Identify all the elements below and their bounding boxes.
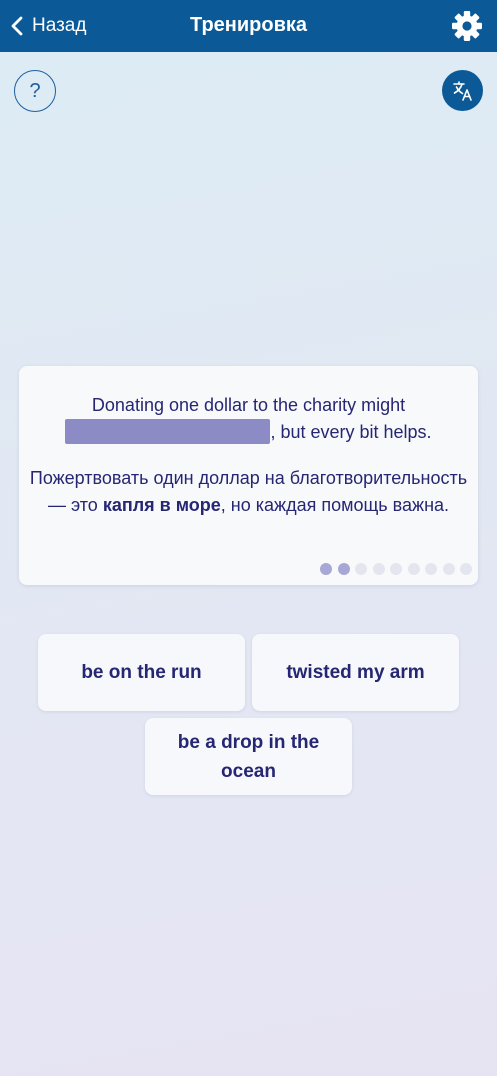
progress-dot xyxy=(407,563,420,575)
top-bar: Назад Тренировка xyxy=(0,0,497,52)
option-twisted-my-arm[interactable]: twisted my arm xyxy=(252,634,459,711)
progress-dot xyxy=(425,563,437,575)
progress-dot xyxy=(390,563,402,575)
sentence-card: Donating one dollar to the charity might… xyxy=(19,366,478,585)
progress-dot xyxy=(337,563,350,575)
help-label: ? xyxy=(29,79,41,102)
option-be-on-the-run[interactable]: be on the run xyxy=(38,634,245,711)
help-button[interactable]: ? xyxy=(14,70,56,112)
page-title: Тренировка xyxy=(189,14,308,36)
progress-dot xyxy=(460,563,472,575)
gear-icon[interactable] xyxy=(450,10,484,42)
translate-button[interactable] xyxy=(442,70,483,111)
translation-text: Пожертвовать один доллар на благотворите… xyxy=(19,465,478,519)
translate-icon xyxy=(452,80,472,101)
sentence-text: Donating one dollar to the charity might xyxy=(91,395,406,415)
translation-after: , но каждая помощь важна. xyxy=(220,495,450,515)
answer-blank xyxy=(65,419,271,444)
progress-dot xyxy=(355,563,367,575)
progress-dot xyxy=(442,563,455,575)
progress-dot xyxy=(372,563,385,575)
sentence-text-after: , but every bit helps. xyxy=(270,422,432,442)
translation-highlight: капля в море xyxy=(102,495,221,515)
progress-dot xyxy=(320,563,332,575)
option-be-a-drop-in-the-ocean[interactable]: be a drop in the ocean xyxy=(145,718,352,795)
sentence-line-2: , but every bit helps. xyxy=(19,419,478,446)
progress-dots xyxy=(320,563,478,575)
